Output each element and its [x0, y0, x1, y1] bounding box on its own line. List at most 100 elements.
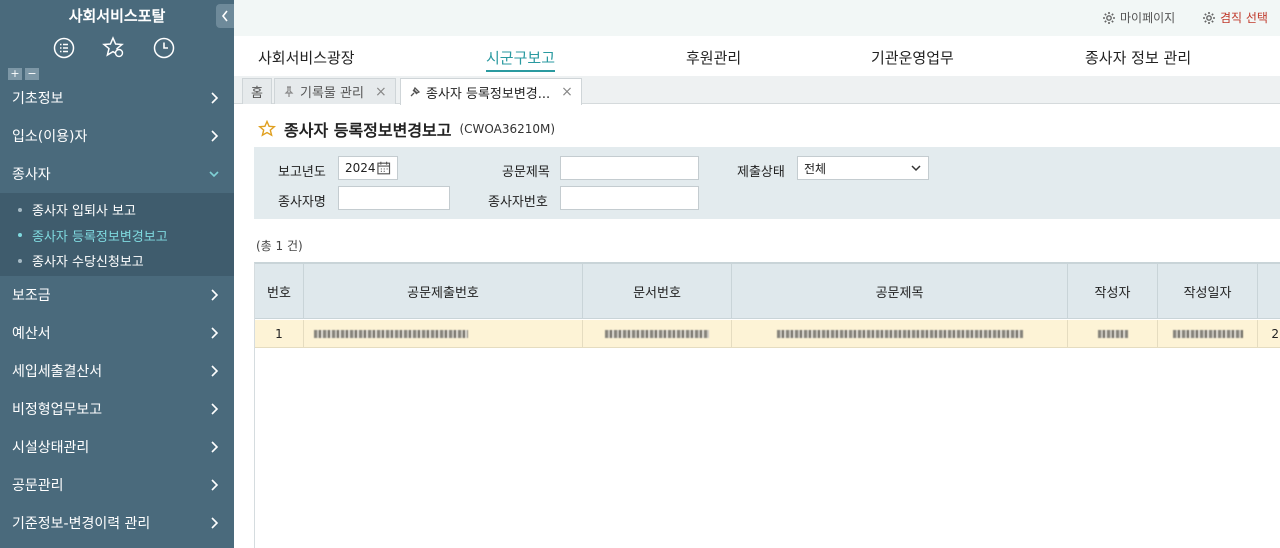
status-select[interactable]: 전체: [797, 156, 929, 180]
column-header-subject[interactable]: 공문제목: [732, 264, 1068, 319]
cell-subject-redacted: [732, 320, 1068, 348]
sidebar-item-label: 시설상태관리: [12, 439, 90, 456]
page-title: 종사자 등록정보변경보고 (CWOA36210M): [258, 117, 555, 141]
utility-bar: 마이페이지 겸직 선택: [234, 0, 1280, 36]
star-icon[interactable]: [258, 120, 276, 138]
table-row[interactable]: 1 2: [255, 320, 1280, 348]
nav-worker-info-management[interactable]: 종사자 정보 관리: [1085, 47, 1191, 68]
sidebar-quick-icons: [52, 36, 176, 60]
list-icon[interactable]: [52, 36, 76, 60]
tab-label: 기록물 관리: [300, 86, 364, 101]
year-label: 보고년도: [278, 165, 326, 180]
worker-name-input-field[interactable]: [345, 191, 443, 205]
tab-close-icon[interactable]: ×: [375, 84, 387, 100]
cell-no: 1: [255, 320, 304, 348]
subject-input-field[interactable]: [567, 161, 692, 175]
chevron-down-icon: [911, 165, 921, 172]
sidebar-collapse-button[interactable]: [216, 4, 234, 28]
page-code: (CWOA36210M): [459, 122, 556, 136]
page-title-text: 종사자 등록정보변경보고: [284, 121, 452, 140]
sidebar-item-subsidy[interactable]: 보조금: [0, 276, 234, 314]
chevron-down-icon: [209, 171, 219, 178]
sidebar-item-label: 예산서: [12, 325, 51, 342]
sidebar-item-official-docs[interactable]: 공문관리: [0, 466, 234, 504]
tab-bar: 홈 기록물 관리 × 종사자 등록정보변경... ×: [234, 76, 1280, 105]
nav-city-report[interactable]: 시군구보고: [486, 47, 556, 72]
star-settings-icon[interactable]: [102, 36, 126, 60]
column-header-submission-no[interactable]: 공문제출번호: [304, 264, 583, 319]
sidebar-item-change-history[interactable]: 기준정보-변경이력 관리: [0, 504, 234, 542]
chevron-right-icon: [211, 516, 219, 529]
chevron-right-icon: [211, 478, 219, 491]
subject-input[interactable]: [560, 156, 699, 180]
sidebar-item-facility-status[interactable]: 시설상태관리: [0, 428, 234, 466]
cell-overflow: 2: [1271, 327, 1279, 341]
sidebar-item-label: 종사자: [12, 167, 51, 183]
chevron-right-icon: [211, 92, 219, 104]
mypage-link[interactable]: 마이페이지: [1102, 9, 1175, 26]
tab-label: 종사자 등록정보변경...: [426, 86, 551, 102]
job-select-label: 겸직 선택: [1220, 11, 1268, 25]
sidebar-item-label: 세입세출결산서: [12, 363, 103, 380]
column-header-doc-no[interactable]: 문서번호: [583, 264, 732, 319]
sidebar-item-settlement[interactable]: 세입세출결산서: [0, 352, 234, 390]
nav-sponsor-management[interactable]: 후원관리: [686, 47, 741, 68]
year-field[interactable]: 2024: [338, 156, 398, 180]
worker-no-input[interactable]: [560, 186, 699, 210]
status-label: 제출상태: [737, 165, 785, 180]
sidebar-item-basic-info[interactable]: 기초정보: [0, 79, 234, 117]
bullet-icon: [18, 233, 22, 238]
nav-institution-operation[interactable]: 기관운영업무: [871, 47, 954, 68]
tab-label: 홈: [251, 86, 263, 101]
column-header-author[interactable]: 작성자: [1068, 264, 1158, 319]
worker-name-label: 종사자명: [278, 195, 326, 210]
sidebar-item-workers[interactable]: 종사자: [0, 155, 234, 193]
sidebar-item-label: 기준정보-변경이력 관리: [12, 515, 151, 532]
worker-no-label: 종사자번호: [488, 195, 548, 210]
gear-icon: [1103, 11, 1115, 24]
chevron-right-icon: [211, 364, 219, 377]
portal-title: 사회서비스포탈: [68, 7, 166, 25]
column-header-no[interactable]: 번호: [255, 264, 304, 319]
sidebar-item-irregular-report[interactable]: 비정형업무보고: [0, 390, 234, 428]
year-value: 2024: [345, 161, 376, 175]
sidebar: 사회서비스포탈 + − 기초정보 입소(이용)자 종사자 종사자 입퇴사 보고 …: [0, 0, 234, 548]
sidebar-item-label: 보조금: [12, 287, 51, 304]
sidebar-subitem-info-change[interactable]: 종사자 등록정보변경보고: [0, 223, 234, 249]
chevron-right-icon: [211, 288, 219, 301]
cell-submission-no-redacted: [304, 320, 583, 348]
clock-icon[interactable]: [152, 36, 176, 60]
sidebar-item-residents[interactable]: 입소(이용)자: [0, 117, 234, 155]
bullet-icon: [18, 207, 22, 212]
calendar-icon[interactable]: [376, 160, 391, 176]
tab-records-management[interactable]: 기록물 관리 ×: [274, 78, 396, 104]
worker-name-input[interactable]: [338, 186, 450, 210]
job-select-link[interactable]: 겸직 선택: [1202, 9, 1268, 26]
sidebar-subitem-allowance[interactable]: 종사자 수당신청보고: [0, 248, 234, 274]
grid-header: 번호 공문제출번호 문서번호 공문제목 작성자 작성일자: [255, 264, 1280, 319]
sidebar-item-budget[interactable]: 예산서: [0, 314, 234, 352]
sidebar-item-label: 비정형업무보고: [12, 401, 103, 418]
sidebar-subitem-hire-leave[interactable]: 종사자 입퇴사 보고: [0, 197, 234, 223]
worker-no-input-field[interactable]: [567, 191, 692, 205]
tab-worker-info-change[interactable]: 종사자 등록정보변경... ×: [400, 78, 582, 105]
chevron-right-icon: [211, 326, 219, 339]
sidebar-item-label: 공문관리: [12, 477, 64, 494]
chevron-left-icon: [221, 10, 228, 22]
tab-home[interactable]: 홈: [242, 78, 272, 104]
tab-close-icon[interactable]: ×: [561, 84, 573, 100]
chevron-right-icon: [211, 130, 219, 142]
main-nav: 사회서비스광장 시군구보고 후원관리 기관운영업무 종사자 정보 관리: [234, 36, 1280, 76]
subject-label: 공문제목: [502, 165, 550, 180]
sidebar-item-label: 기초정보: [12, 91, 64, 107]
nav-social-service-square[interactable]: 사회서비스광장: [258, 47, 355, 68]
sidebar-subitem-label: 종사자 등록정보변경보고: [32, 229, 168, 245]
sidebar-item-label: 입소(이용)자: [12, 129, 88, 145]
column-header-created-date[interactable]: 작성일자: [1158, 264, 1258, 319]
cell-author-redacted: [1068, 320, 1158, 348]
sidebar-menu: 기초정보 입소(이용)자 종사자 종사자 입퇴사 보고 종사자 등록정보변경보고…: [0, 79, 234, 542]
sidebar-submenu-workers: 종사자 입퇴사 보고 종사자 등록정보변경보고 종사자 수당신청보고: [0, 193, 234, 276]
bullet-icon: [18, 258, 22, 263]
sidebar-subitem-label: 종사자 입퇴사 보고: [32, 204, 136, 220]
result-count: (총 1 건): [256, 239, 303, 253]
